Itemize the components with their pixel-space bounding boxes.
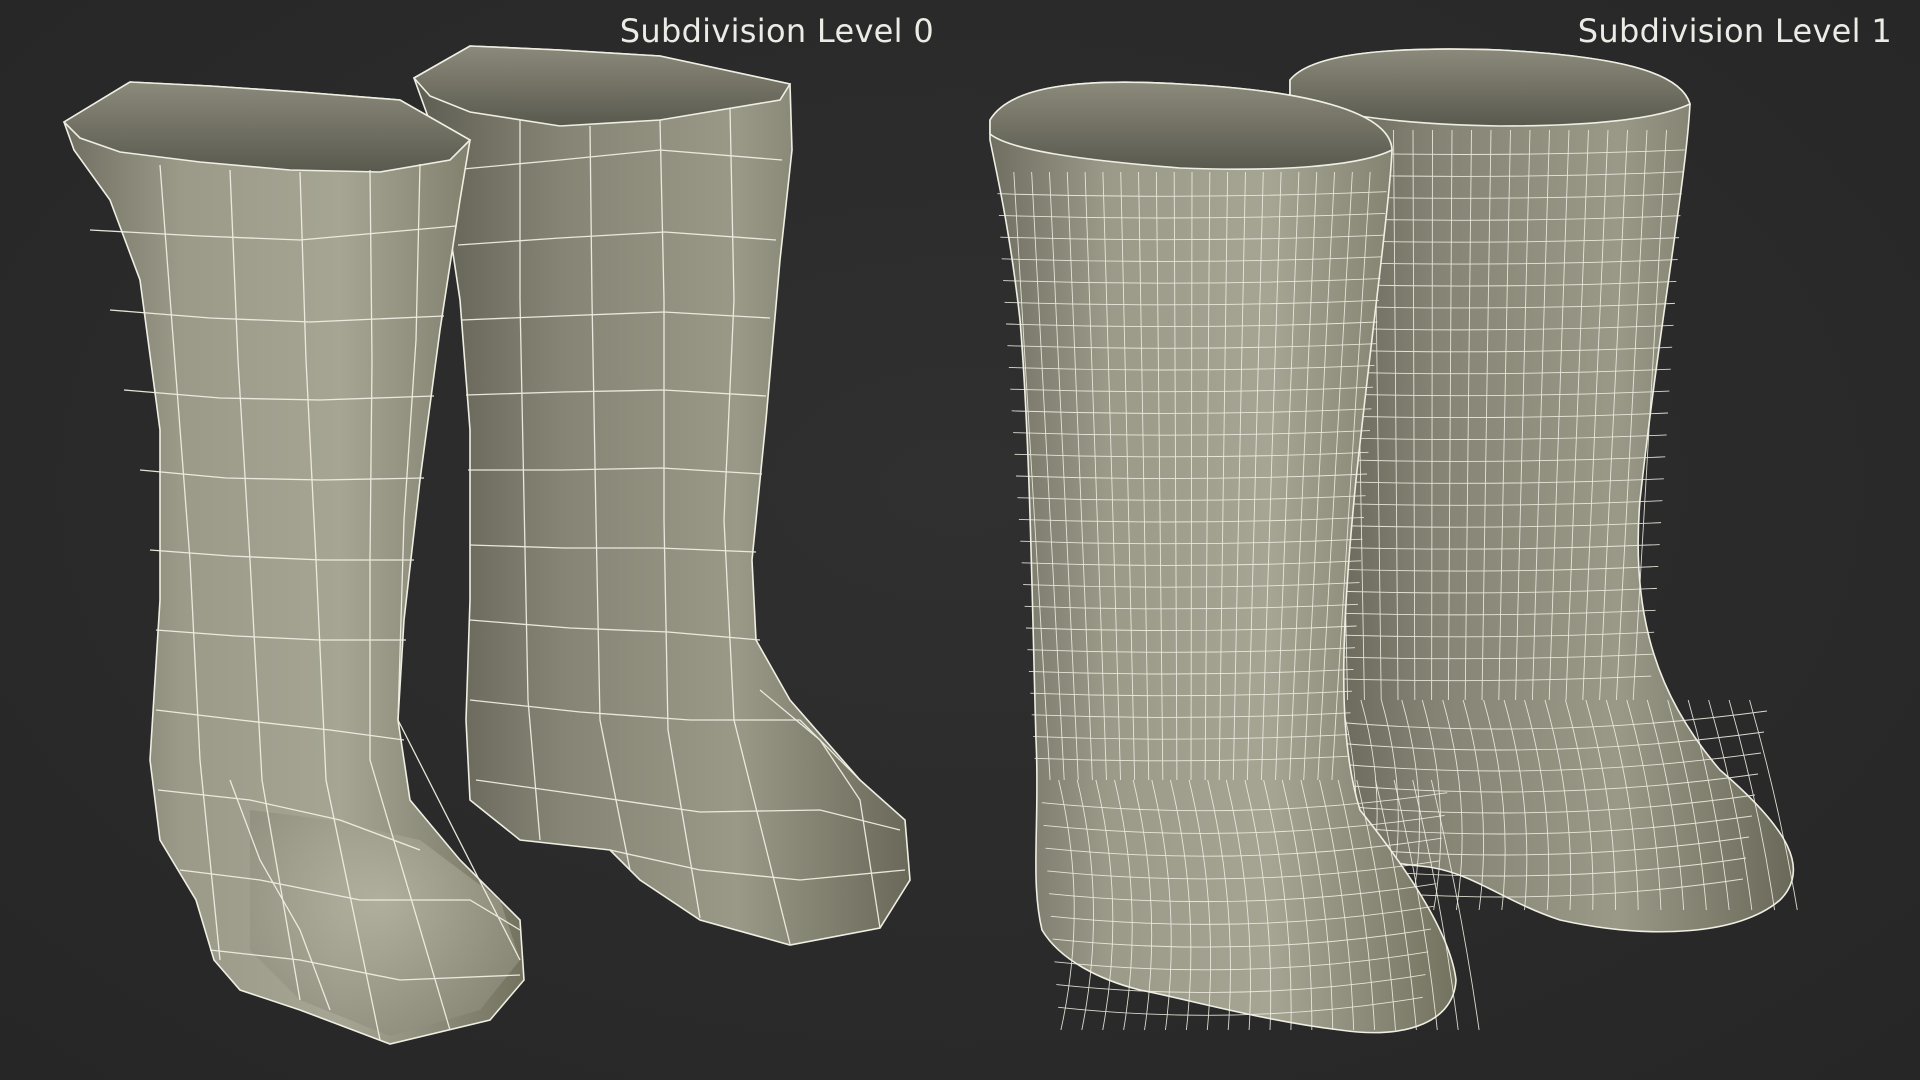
back-boot-level-0 — [412, 45, 911, 946]
boots-level-1 — [989, 48, 1798, 1034]
front-boot-level-0 — [62, 81, 525, 1045]
boots-level-0 — [62, 45, 911, 1045]
viewport: Subdivision Level 0 Subdivision Level 1 — [0, 0, 1920, 1080]
render-scene — [62, 45, 1798, 1045]
